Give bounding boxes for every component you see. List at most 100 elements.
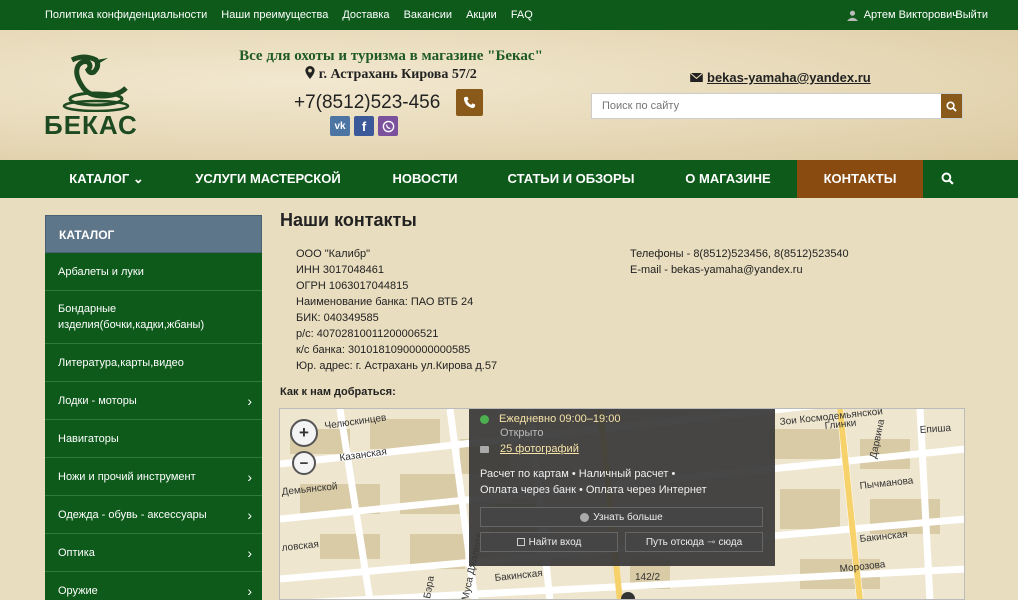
header-email: bekas-yamaha@yandex.ru: [707, 70, 871, 85]
company-ogrn: ОГРН 1063017044815: [296, 280, 409, 292]
clock-icon: [480, 414, 489, 424]
popup-photos-row[interactable]: 25 фотографий: [480, 443, 579, 455]
logo-text: БЕКАС: [44, 110, 138, 140]
sidebar-item-label: Литература,карты,видео: [58, 356, 184, 369]
header-email-link[interactable]: bekas-yamaha@yandex.ru: [690, 70, 871, 85]
catalog-sidebar: КАТАЛОГ Арбалеты и луки Бондарные издели…: [45, 215, 262, 600]
company-bik: БИК: 040349585: [296, 312, 379, 324]
company-corr-account: к/с банка: 30101810900000000585: [296, 344, 471, 356]
envelope-icon: [690, 73, 703, 82]
route-to-label: сюда: [718, 536, 743, 548]
vk-icon: vk: [334, 120, 346, 132]
chevron-right-icon: ›: [247, 582, 252, 599]
chevron-right-icon: ›: [247, 544, 252, 561]
company-details: ООО "Калибр" ИНН 3017048461 ОГРН 1063017…: [296, 246, 497, 374]
top-link-privacy[interactable]: Политика конфиденциальности: [45, 9, 207, 21]
chevron-right-icon: ›: [247, 468, 252, 485]
main-nav: КАТАЛОГ ⌄ УСЛУГИ МАСТЕРСКОЙ НОВОСТИ СТАТ…: [0, 160, 1018, 198]
store-address: г. Астрахань Кирова 57/2: [226, 66, 556, 83]
find-entrance-button[interactable]: Найти вход: [480, 532, 618, 552]
map-info-popup: Ежедневно 09:00–19:00 Открыто 25 фотогра…: [469, 409, 775, 566]
search-icon: [941, 172, 954, 185]
map-pin-icon: [305, 66, 315, 79]
nav-catalog[interactable]: КАТАЛОГ ⌄: [44, 160, 169, 198]
nav-search-button[interactable]: [924, 160, 970, 198]
contact-phones: Телефоны - 8(8512)523456, 8(8512)523540: [630, 248, 849, 260]
popup-hours-row: Ежедневно 09:00–19:00: [480, 413, 620, 425]
call-button[interactable]: [456, 89, 483, 116]
user-name: Артем Викторович: [863, 9, 958, 21]
company-bank: Наименование банка: ПАО ВТБ 24: [296, 296, 474, 308]
search-icon: [946, 100, 957, 112]
nav-workshop[interactable]: УСЛУГИ МАСТЕРСКОЙ: [170, 160, 366, 198]
contacts-content: Наши контакты ООО "Калибр" ИНН 301704846…: [280, 210, 980, 398]
top-bar: Политика конфиденциальности Наши преимущ…: [0, 0, 1018, 30]
route-button[interactable]: Путь отсюда ⊸ сюда: [625, 532, 763, 552]
contact-email[interactable]: E-mail - bekas-yamaha@yandex.ru: [630, 262, 849, 278]
sidebar-item-literature[interactable]: Литература,карты,видео: [45, 344, 262, 382]
search-button[interactable]: [941, 94, 962, 118]
facebook-icon: f: [361, 118, 367, 134]
top-link-promos[interactable]: Акции: [466, 9, 497, 21]
sidebar-item-boats[interactable]: Лодки - моторы ›: [45, 382, 262, 420]
address-text: г. Астрахань Кирова 57/2: [318, 67, 477, 82]
top-link-delivery[interactable]: Доставка: [342, 9, 389, 21]
sidebar-item-crossbows[interactable]: Арбалеты и луки: [45, 253, 262, 291]
popup-hours: Ежедневно 09:00–19:00: [499, 413, 621, 425]
top-links: Политика конфиденциальности Наши преимущ…: [45, 0, 547, 30]
route-from-label: Путь отсюда: [645, 536, 705, 548]
find-entrance-label: Найти вход: [528, 536, 582, 548]
sidebar-item-label: Одежда - обувь - аксессуары: [58, 508, 207, 521]
nav-articles[interactable]: СТАТЬИ И ОБЗОРЫ: [484, 160, 658, 198]
page-title: Наши контакты: [280, 210, 417, 230]
phone-icon: [463, 96, 476, 109]
header-phone[interactable]: +7(8512)523-456: [294, 92, 440, 114]
viber-button[interactable]: [378, 116, 398, 136]
map-street-label: 142/2: [635, 572, 660, 583]
sidebar-item-clothing[interactable]: Одежда - обувь - аксессуары ›: [45, 496, 262, 534]
top-link-advantages[interactable]: Наши преимущества: [221, 9, 328, 21]
top-link-vacancies[interactable]: Вакансии: [404, 9, 453, 21]
popup-photos-link[interactable]: 25 фотографий: [500, 443, 579, 455]
sidebar-item-optics[interactable]: Оптика ›: [45, 534, 262, 572]
nav-contacts[interactable]: КОНТАКТЫ: [797, 160, 923, 198]
user-menu[interactable]: Артем Викторович: [846, 0, 958, 30]
sidebar-item-knives[interactable]: Ножи и прочий инструмент ›: [45, 458, 262, 496]
learn-more-button[interactable]: Узнать больше: [480, 507, 763, 527]
sidebar-item-barrels[interactable]: Бондарные изделия(бочки,кадки,жбаны): [45, 291, 262, 344]
sidebar-item-label: Арбалеты и луки: [58, 265, 144, 278]
company-legal-address: Юр. адрес: г. Астрахань ул.Кирова д.57: [296, 360, 498, 372]
nav-news[interactable]: НОВОСТИ: [367, 160, 483, 198]
facebook-button[interactable]: f: [354, 116, 374, 136]
sidebar-item-label: Ножи и прочий инструмент: [58, 470, 196, 483]
logout-link[interactable]: Выйти: [955, 0, 988, 30]
learn-more-label: Узнать больше: [593, 511, 663, 523]
user-icon: [846, 10, 858, 21]
contact-info: Телефоны - 8(8512)523456, 8(8512)523540 …: [630, 246, 849, 278]
map-zoom-in-button[interactable]: +: [290, 419, 318, 447]
viber-icon: [382, 120, 394, 132]
map-zoom-out-button[interactable]: −: [292, 451, 316, 475]
sidebar-title: КАТАЛОГ: [45, 215, 262, 253]
sidebar-item-label: Оружие: [58, 584, 98, 597]
sidebar-item-weapons[interactable]: Оружие ›: [45, 572, 262, 600]
sidebar-item-label: Оптика: [58, 546, 95, 559]
info-icon: [580, 512, 590, 522]
vk-button[interactable]: vk: [330, 116, 350, 136]
entrance-icon: [516, 538, 525, 546]
popup-status: Открыто: [500, 427, 544, 439]
bekas-logo[interactable]: [44, 52, 159, 112]
map-street-label: Епиша: [919, 423, 951, 436]
header: БЕКАС Все для охоты и туризма в магазине…: [0, 30, 1018, 160]
top-link-faq[interactable]: FAQ: [511, 9, 533, 21]
popup-payment-1: Расчет по картам • Наличный расчет •: [480, 468, 676, 480]
nav-about[interactable]: О МАГАЗИНЕ: [659, 160, 797, 198]
directions-heading: Как к нам добраться:: [280, 386, 396, 398]
sidebar-item-label: Навигаторы: [58, 432, 119, 445]
company-inn: ИНН 3017048461: [296, 264, 385, 276]
popup-payment-2: Оплата через банк • Оплата через Интерне…: [480, 484, 707, 496]
sidebar-item-navigators[interactable]: Навигаторы: [45, 420, 262, 458]
camera-icon: [480, 445, 489, 453]
sidebar-item-label: Лодки - моторы: [58, 394, 137, 407]
search-input[interactable]: [592, 94, 932, 118]
